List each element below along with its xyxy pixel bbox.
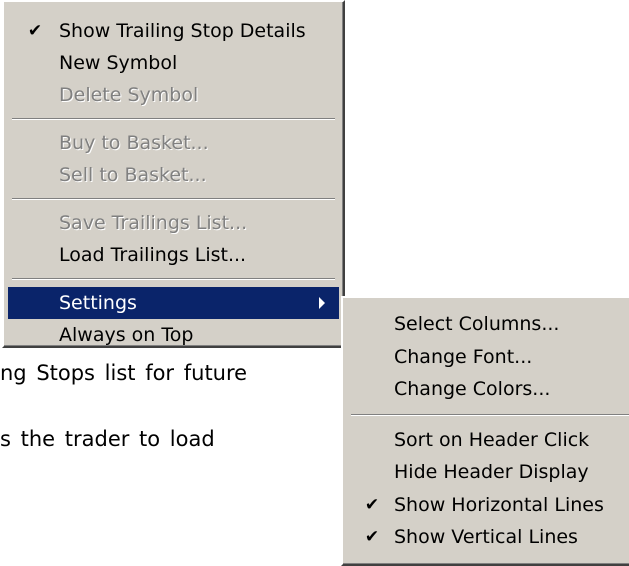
menu-item-label: Settings (59, 292, 137, 314)
background-text-line-2: s the trader to load (0, 427, 215, 451)
check-icon: ✔ (364, 527, 380, 547)
menu-item-save-trailings-list[interactable]: Save Trailings List... (4, 207, 343, 239)
submenu-item-select-columns[interactable]: Select Columns... (343, 308, 629, 341)
menu-item-label: Show Horizontal Lines (394, 493, 604, 516)
submenu-item-hide-header-display[interactable]: Hide Header Display (343, 456, 629, 489)
menu-separator (4, 191, 343, 207)
menu-item-label: Always on Top (59, 324, 194, 346)
submenu-item-change-font[interactable]: Change Font... (343, 341, 629, 374)
menu-item-show-trailing-stop-details[interactable]: ✔ Show Trailing Stop Details (4, 15, 343, 47)
menu-item-label: Select Columns... (394, 313, 560, 335)
menu-item-label: Buy to Basket... (59, 132, 209, 154)
menu-item-always-on-top[interactable]: Always on Top (4, 319, 343, 351)
menu-item-label: Delete Symbol (59, 84, 199, 106)
menu-item-label: Change Font... (394, 345, 533, 368)
menu-item-load-trailings-list[interactable]: Load Trailings List... (4, 239, 343, 271)
menu-separator (343, 406, 629, 424)
submenu-item-show-vertical-lines[interactable]: ✔ Show Vertical Lines (343, 521, 629, 554)
menu-item-buy-to-basket[interactable]: Buy to Basket... (4, 127, 343, 159)
menu-item-label: Sell to Basket... (59, 164, 207, 186)
menu-item-delete-symbol[interactable]: Delete Symbol (4, 79, 343, 111)
menu-item-label: Load Trailings List... (59, 244, 247, 266)
check-icon: ✔ (27, 21, 43, 41)
settings-submenu: Select Columns... Change Font... Change … (341, 296, 629, 566)
submenu-item-sort-on-header-click[interactable]: Sort on Header Click (343, 424, 629, 457)
menu-item-label: Hide Header Display (394, 461, 589, 483)
context-menu: ✔ Show Trailing Stop Details New Symbol … (2, 0, 345, 348)
submenu-item-show-horizontal-lines[interactable]: ✔ Show Horizontal Lines (343, 489, 629, 522)
submenu-item-change-colors[interactable]: Change Colors... (343, 373, 629, 406)
menu-separator (4, 271, 343, 287)
menu-separator (4, 111, 343, 127)
menu-item-label: Sort on Header Click (394, 428, 590, 451)
submenu-arrow-icon (319, 297, 325, 309)
check-icon: ✔ (364, 494, 380, 515)
menu-item-label: New Symbol (59, 52, 178, 74)
background-text-line-1: ng Stops list for future (0, 361, 248, 385)
menu-item-label: Change Colors... (394, 378, 551, 400)
menu-item-settings[interactable]: Settings (8, 287, 339, 319)
menu-item-sell-to-basket[interactable]: Sell to Basket... (4, 159, 343, 191)
menu-item-new-symbol[interactable]: New Symbol (4, 47, 343, 79)
menu-item-label: Show Trailing Stop Details (59, 20, 306, 42)
menu-item-label: Show Vertical Lines (394, 526, 578, 548)
menu-item-label: Save Trailings List... (59, 212, 248, 234)
